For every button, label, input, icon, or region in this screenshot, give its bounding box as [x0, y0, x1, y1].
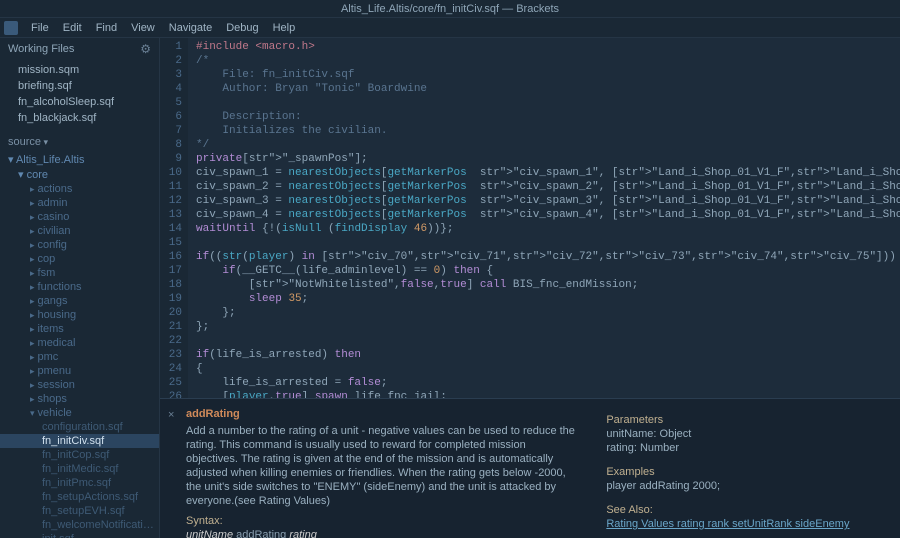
- docs-examples-label: Examples: [606, 465, 888, 479]
- tree-item[interactable]: ▸casino: [0, 210, 159, 224]
- code-editor[interactable]: 1234567891011121314151617181920212223242…: [160, 38, 900, 398]
- tree-item[interactable]: fn_initMedic.sqf: [0, 462, 159, 476]
- menu-help[interactable]: Help: [266, 20, 303, 36]
- tree-item[interactable]: ▸shops: [0, 392, 159, 406]
- tree-item[interactable]: configuration.sqf: [0, 420, 159, 434]
- working-files-list: mission.sqmbriefing.sqffn_alcoholSleep.s…: [0, 60, 159, 132]
- docs-seealso-label: See Also:: [606, 503, 888, 517]
- seealso-link[interactable]: Rating Values rating rank setUnitRank si…: [606, 518, 849, 530]
- tree-item[interactable]: ▾ Altis_Life.Altis: [0, 152, 159, 167]
- docs-body: Add a number to the rating of a unit - n…: [186, 424, 580, 508]
- tree-item[interactable]: ▸pmenu: [0, 364, 159, 378]
- tree-item[interactable]: ▸fsm: [0, 266, 159, 280]
- tree-item[interactable]: init.sqf: [0, 532, 159, 538]
- docs-example: player addRating 2000;: [606, 479, 888, 493]
- tree-item[interactable]: ▸cop: [0, 252, 159, 266]
- menubar: FileEditFindViewNavigateDebugHelp: [0, 18, 900, 38]
- close-icon[interactable]: ×: [168, 407, 182, 530]
- tree-item[interactable]: ▸civilian: [0, 224, 159, 238]
- tree-item[interactable]: fn_welcomeNotification.sqf: [0, 518, 159, 532]
- docs-seealso: Rating Values rating rank setUnitRank si…: [606, 517, 888, 531]
- docs-title: addRating: [186, 407, 580, 421]
- file-tree: ▾ Altis_Life.Altis▾ core▸actions▸admin▸c…: [0, 152, 159, 538]
- menu-file[interactable]: File: [24, 20, 56, 36]
- working-file[interactable]: briefing.sqf: [0, 78, 159, 94]
- tree-item[interactable]: fn_initPmc.sqf: [0, 476, 159, 490]
- working-files-label: Working Files: [8, 43, 74, 55]
- tree-item[interactable]: ▸admin: [0, 196, 159, 210]
- menu-debug[interactable]: Debug: [219, 20, 265, 36]
- tree-item[interactable]: ▸medical: [0, 336, 159, 350]
- tree-item[interactable]: ▸session: [0, 378, 159, 392]
- main-area: Working Files ⚙ mission.sqmbriefing.sqff…: [0, 38, 900, 538]
- tree-item[interactable]: ▸config: [0, 238, 159, 252]
- editor-area: 1234567891011121314151617181920212223242…: [160, 38, 900, 538]
- code-content[interactable]: #include <macro.h>/* File: fn_initCiv.sq…: [188, 38, 900, 398]
- menu-edit[interactable]: Edit: [56, 20, 89, 36]
- gear-icon[interactable]: ⚙: [140, 42, 151, 56]
- tree-item[interactable]: fn_initCop.sqf: [0, 448, 159, 462]
- docs-params-label: Parameters: [606, 413, 888, 427]
- menu-find[interactable]: Find: [89, 20, 124, 36]
- tree-item[interactable]: ▸actions: [0, 182, 159, 196]
- sidebar: Working Files ⚙ mission.sqmbriefing.sqff…: [0, 38, 160, 538]
- working-file[interactable]: mission.sqm: [0, 62, 159, 78]
- tree-item[interactable]: fn_initCiv.sqf: [0, 434, 159, 448]
- app-logo-icon: [4, 21, 18, 35]
- docs-syntax: unitName addRating rating: [186, 528, 580, 538]
- docs-params: unitName: Objectrating: Number: [606, 427, 888, 455]
- tree-item[interactable]: ▸housing: [0, 308, 159, 322]
- tree-item[interactable]: ▸pmc: [0, 350, 159, 364]
- tree-item[interactable]: ▸gangs: [0, 294, 159, 308]
- docs-right: Parameters unitName: Objectrating: Numbe…: [596, 407, 888, 530]
- tree-item[interactable]: fn_setupActions.sqf: [0, 490, 159, 504]
- line-gutter: 1234567891011121314151617181920212223242…: [160, 38, 188, 398]
- working-file[interactable]: fn_blackjack.sqf: [0, 110, 159, 126]
- window-titlebar: Altis_Life.Altis/core/fn_initCiv.sqf — B…: [0, 0, 900, 18]
- tree-item[interactable]: fn_setupEVH.sqf: [0, 504, 159, 518]
- working-files-header[interactable]: Working Files ⚙: [0, 38, 159, 60]
- tree-item[interactable]: ▾ core: [0, 167, 159, 182]
- docs-syntax-label: Syntax:: [186, 514, 580, 528]
- window-title: Altis_Life.Altis/core/fn_initCiv.sqf — B…: [341, 3, 559, 15]
- menu-navigate[interactable]: Navigate: [162, 20, 219, 36]
- tree-item[interactable]: ▸functions: [0, 280, 159, 294]
- tree-item[interactable]: ▾vehicle: [0, 406, 159, 420]
- source-header[interactable]: source ▾: [0, 132, 159, 152]
- tree-item[interactable]: ▸items: [0, 322, 159, 336]
- docs-left: addRating Add a number to the rating of …: [182, 407, 596, 530]
- menu-view[interactable]: View: [124, 20, 162, 36]
- docs-panel: × addRating Add a number to the rating o…: [160, 398, 900, 538]
- working-file[interactable]: fn_alcoholSleep.sqf: [0, 94, 159, 110]
